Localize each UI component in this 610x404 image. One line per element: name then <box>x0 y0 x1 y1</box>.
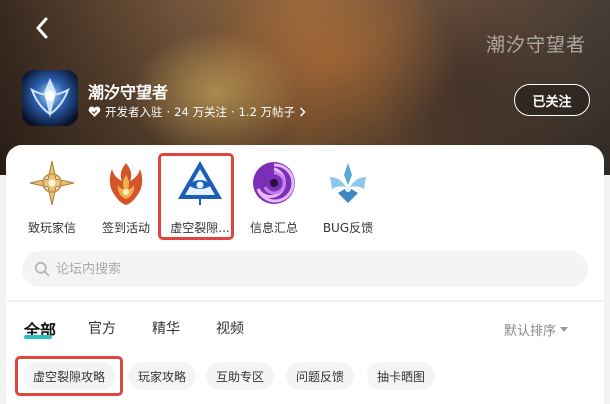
forum-card: 致玩家信 签到活动 虚空裂隙... 信息汇总 BUG反馈 论坛内搜索 <box>6 145 604 300</box>
tab-official[interactable]: 官方 <box>88 318 116 338</box>
caret-down-icon <box>560 326 569 332</box>
followers-count: 24 万关注 <box>174 105 227 119</box>
chip-gacha-showcase[interactable]: 抽卡晒图 <box>367 362 436 390</box>
flame-sigil-icon <box>109 163 143 205</box>
shortcut-void-rift[interactable]: 虚空裂隙... <box>160 153 240 238</box>
search-input[interactable] <box>56 261 536 277</box>
banner-logo-watermark: 潮汐守望者 <box>486 34 587 56</box>
search-icon <box>34 261 50 277</box>
tab-video[interactable]: 视频 <box>216 318 244 338</box>
back-button[interactable] <box>28 14 56 42</box>
game-meta: 开发者入驻 · 24 万关注 · 1.2 万帖子 <box>88 104 306 120</box>
meta-separator: · <box>230 105 235 119</box>
meta-separator: · <box>166 105 171 119</box>
post-filter-section: 全部 官方 精华 视频 默认排序 虚空裂隙攻略 玩家攻略 互助专区 问题反馈 抽… <box>6 302 604 404</box>
chip-mutual-help[interactable]: 互助专区 <box>206 362 275 390</box>
sort-dropdown[interactable]: 默认排序 <box>504 320 569 339</box>
shortcut-player-letter[interactable]: 致玩家信 <box>12 153 92 238</box>
active-tab-indicator <box>24 335 52 339</box>
chip-player-guide[interactable]: 玩家攻略 <box>128 362 197 390</box>
purple-vortex-icon <box>253 162 295 204</box>
shortcut-label: BUG反馈 <box>322 221 374 235</box>
follow-button[interactable]: 已关注 <box>514 84 590 116</box>
posts-count[interactable]: 1.2 万帖子 <box>239 104 295 120</box>
shortcut-label: 虚空裂隙... <box>170 221 230 235</box>
chevron-right-icon <box>300 107 306 117</box>
shortcut-label: 签到活动 <box>101 221 150 235</box>
chevron-left-icon <box>36 17 48 39</box>
chip-void-rift-guide[interactable]: 虚空裂隙攻略 <box>23 362 116 390</box>
star-compass-icon <box>29 160 75 206</box>
chip-issue-feedback[interactable]: 问题反馈 <box>286 362 355 390</box>
ice-crest-icon <box>330 163 366 203</box>
heart-verified-icon <box>88 106 101 117</box>
shortcut-bug-report[interactable]: BUG反馈 <box>308 153 388 238</box>
game-title: 潮汐守望者 <box>88 83 169 102</box>
forum-search-bar[interactable] <box>22 251 588 287</box>
shortcut-checkin-event[interactable]: 签到活动 <box>86 153 166 238</box>
shortcut-info-summary[interactable]: 信息汇总 <box>234 153 314 238</box>
sort-label: 默认排序 <box>504 324 557 339</box>
game-icon <box>22 70 78 126</box>
developer-badge: 开发者入驻 <box>105 105 163 119</box>
void-eye-icon <box>178 161 222 205</box>
shortcut-label: 致玩家信 <box>27 221 76 235</box>
tab-featured[interactable]: 精华 <box>152 318 180 338</box>
shortcut-label: 信息汇总 <box>249 221 298 235</box>
